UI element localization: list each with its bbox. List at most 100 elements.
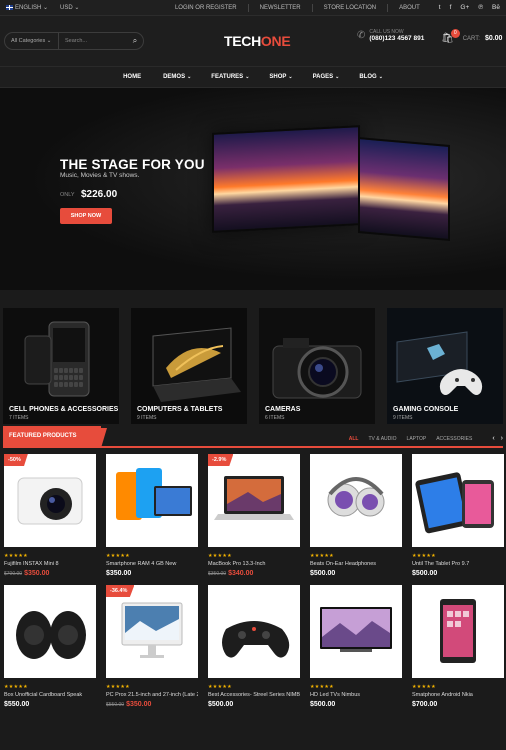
tab-tv-audio[interactable]: TV & AUDIO [368, 436, 396, 442]
tab-accessories[interactable]: ACCESSORIES [436, 436, 472, 442]
category-card[interactable]: GAMING CONSOLE 9 ITEMS [387, 308, 503, 424]
product-grid: -50% ★★★★★ Fujifilm INSTAX Mini 8 $700.00 $3… [0, 448, 506, 708]
category-name: CAMERAS [265, 406, 301, 413]
product-image[interactable] [4, 585, 96, 678]
logo[interactable]: TECHONE [224, 33, 291, 49]
product-image[interactable] [310, 454, 402, 547]
product-card[interactable]: -50% ★★★★★ Fujifilm INSTAX Mini 8 $700.00 $3… [4, 454, 96, 577]
pinterest-icon[interactable]: ℗ [478, 4, 483, 11]
nav-item-demos[interactable]: DEMOS ⌄ [163, 74, 191, 80]
chevron-down-icon: ⌄ [245, 74, 250, 80]
product-price: $700.00 [412, 701, 504, 708]
cart-button[interactable]: 🛍0 CART:$0.00⌄ [441, 29, 506, 44]
newsletter-link[interactable]: NEWSLETTER [260, 5, 301, 11]
product-card[interactable]: ★★★★★ Best Accessories- Streel Series NIM… [208, 585, 300, 708]
phone-number[interactable]: (080)123 4567 891 [369, 35, 424, 42]
product-image[interactable]: -50% [4, 454, 96, 547]
uk-flag-icon [6, 4, 13, 10]
product-image[interactable]: -2.9% [208, 454, 300, 547]
product-image[interactable] [412, 585, 504, 678]
product-card[interactable]: -2.9% ★★★★★ MacBook Pro 13.3-Inch $350.00 $3… [208, 454, 300, 577]
product-image[interactable] [106, 454, 198, 547]
price: $500.00 [310, 570, 336, 577]
prev-arrow-icon[interactable]: ‹ [492, 435, 494, 442]
rating-stars: ★★★★★ [310, 553, 334, 559]
language-selector[interactable]: ENGLISH ⌄ [6, 4, 48, 11]
login-link[interactable]: LOGIN OR REGISTER [175, 5, 237, 11]
nav-label: HOME [123, 74, 142, 80]
price: $500.00 [412, 570, 438, 577]
cart-count-badge: 0 [450, 29, 460, 38]
product-card[interactable]: ★★★★★ Beats On-Ear Headphones $500.00 [310, 454, 402, 577]
product-image[interactable] [412, 454, 504, 547]
category-count: 9 ITEMS [137, 415, 157, 421]
chevron-down-icon: ⌄ [288, 74, 293, 80]
product-card[interactable]: ★★★★★ Smatphone Android Nkia $700.00 [412, 585, 504, 708]
product-name[interactable]: Until The Tablet Pro 9.7 [412, 561, 504, 567]
category-card[interactable]: COMPUTERS & TABLETS 9 ITEMS [131, 308, 247, 424]
product-image[interactable] [310, 585, 402, 678]
search-input[interactable]: Search... [59, 38, 127, 44]
nav-item-home[interactable]: HOME [123, 74, 143, 80]
product-image[interactable]: -36.4% [106, 585, 198, 678]
product-name[interactable]: Best Accessories- Streel Series NIMBUS C… [208, 692, 300, 698]
behance-icon[interactable]: Bē [492, 4, 500, 11]
cart-label: CART: [462, 35, 480, 42]
hero-banner: THE STAGE FOR YOU Music, Movies & TV sho… [0, 88, 506, 290]
currency-label: USD [60, 5, 73, 11]
product-name[interactable]: MacBook Pro 13.3-Inch [208, 561, 300, 567]
hero-title: THE STAGE FOR YOU [60, 157, 205, 172]
rating-stars: ★★★★★ [208, 684, 232, 690]
product-price: $700.00 $350.00 [4, 570, 96, 577]
google-plus-icon[interactable]: G+ [460, 4, 469, 11]
nav-label: DEMOS [163, 74, 186, 80]
twitter-icon[interactable]: t [439, 4, 441, 11]
product-price: $500.00 [208, 701, 300, 708]
product-name[interactable]: Box Unofficial Cardboard Speak [4, 692, 96, 698]
category-card[interactable]: CELL PHONES & ACCESSORIES 7 ITEMS [3, 308, 119, 424]
nav-item-features[interactable]: FEATURES ⌄ [211, 74, 249, 80]
category-card[interactable]: CAMERAS 6 ITEMS [259, 308, 375, 424]
tab-laptop[interactable]: LAPTOP [407, 436, 427, 442]
about-link[interactable]: ABOUT [399, 5, 420, 11]
currency-selector[interactable]: USD ⌄ [60, 4, 79, 11]
product-price: $350.00 [106, 570, 198, 577]
featured-products-header: FEATURED PRODUCTS ALL TV & AUDIO LAPTOP … [3, 426, 503, 448]
hero-price: $226.00 [81, 189, 118, 200]
product-price: $500.00 [310, 570, 402, 577]
product-name[interactable]: Fujifilm INSTAX Mini 8 [4, 561, 96, 567]
product-name[interactable]: Smartphone RAM 4 GB New [106, 561, 198, 567]
rating-stars: ★★★★★ [4, 684, 28, 690]
price: $500.00 [208, 701, 234, 708]
search-category-select[interactable]: All Categories ⌄ [5, 33, 59, 49]
product-name[interactable]: PC Prox 21.5-inch and 27-inch (Late 2017… [106, 692, 198, 698]
divider [311, 3, 313, 12]
product-card[interactable]: ★★★★★ Box Unofficial Cardboard Speak $550.… [4, 585, 96, 708]
product-card[interactable]: ★★★★★ HD Led TVs Nimbus $500.00 [310, 585, 402, 708]
chevron-down-icon: ⌄ [187, 74, 192, 80]
cart-icon: 🛍 0 [441, 29, 460, 44]
nav-item-blog[interactable]: BLOG ⌄ [359, 74, 383, 80]
product-image[interactable] [208, 585, 300, 678]
product-card[interactable]: ★★★★★ Until The Tablet Pro 9.7 $500.00 [412, 454, 504, 577]
product-name[interactable]: Smatphone Android Nkia [412, 692, 504, 698]
tv-image-secondary [358, 136, 450, 242]
facebook-icon[interactable]: f [450, 4, 452, 11]
product-name[interactable]: HD Led TVs Nimbus [310, 692, 402, 698]
category-name: CELL PHONES & ACCESSORIES [9, 406, 119, 413]
tab-all[interactable]: ALL [349, 436, 359, 442]
store-location-link[interactable]: STORE LOCATION [324, 5, 376, 11]
next-arrow-icon[interactable]: › [501, 435, 503, 442]
product-price: $350.00 $340.00 [208, 570, 300, 577]
product-name[interactable]: Beats On-Ear Headphones [310, 561, 402, 567]
rating-stars: ★★★★★ [412, 553, 436, 559]
divider [387, 3, 389, 12]
sale-price: $350.00 [126, 701, 152, 708]
product-card[interactable]: ★★★★★ Smartphone RAM 4 GB New $350.00 [106, 454, 198, 577]
search-icon[interactable]: ⌕ [127, 36, 143, 46]
shop-now-button[interactable]: SHOP NOW [60, 208, 112, 224]
product-card[interactable]: -36.4% ★★★★★ PC Prox 21.5-inch and 27-inch… [106, 585, 198, 708]
nav-item-pages[interactable]: PAGES ⌄ [313, 74, 340, 80]
price: $500.00 [310, 701, 336, 708]
nav-item-shop[interactable]: SHOP ⌄ [269, 74, 292, 80]
